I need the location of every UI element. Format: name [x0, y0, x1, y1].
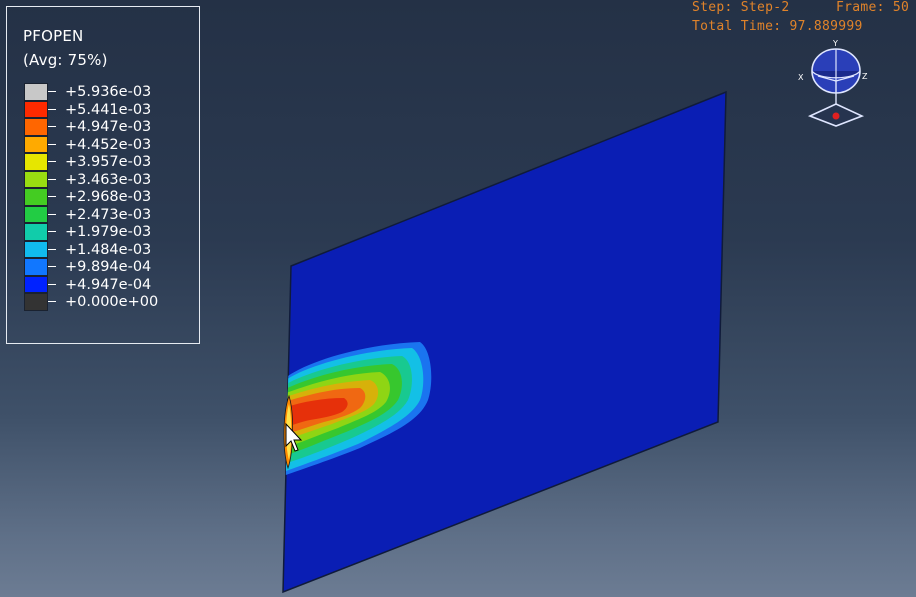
legend-value-label: +3.463e-03: [65, 171, 152, 188]
legend-tick: [48, 231, 56, 232]
legend-value-label: +4.452e-03: [65, 136, 152, 153]
total-time-indicator: Total Time: 97.889999: [692, 19, 863, 34]
triad-y-label: Y: [832, 40, 838, 48]
legend-swatch: [24, 100, 48, 118]
legend-tick: [48, 143, 56, 145]
legend-swatch: [24, 153, 48, 171]
legend-value-label: +9.894e-04: [65, 259, 152, 275]
legend-tick: [48, 213, 56, 215]
legend-variable-name: PFOPEN: [23, 27, 84, 45]
legend-swatch: [24, 223, 48, 241]
legend-tick: [48, 301, 56, 302]
legend-value-label: +3.957e-03: [65, 154, 152, 170]
legend-tick: [48, 266, 56, 267]
legend-swatch: [24, 135, 48, 153]
legend-value-label: +5.936e-03: [65, 84, 152, 100]
legend-value-label: +0.000e+00: [65, 294, 159, 310]
legend-swatch: [24, 205, 48, 223]
view-triad-icon[interactable]: Y X Z: [796, 40, 876, 130]
legend-swatch: [24, 83, 48, 101]
legend-swatch: [24, 258, 48, 276]
triad-z-label: Z: [862, 72, 868, 81]
contour-legend[interactable]: PFOPEN (Avg: 75%) +5.936e-03 +5.441e-03 +4…: [6, 6, 200, 344]
legend-swatch: [24, 188, 48, 206]
legend-tick: [48, 108, 56, 110]
legend-tick: [48, 283, 56, 285]
triad-x-label: X: [798, 73, 804, 82]
legend-value-label: +4.947e-03: [65, 119, 152, 135]
legend-value-label: +1.979e-03: [65, 224, 152, 240]
legend-value-label: +5.441e-03: [65, 101, 152, 118]
step-indicator: Step: Step-2: [692, 0, 790, 15]
legend-tick: [48, 91, 56, 92]
legend-value-label: +4.947e-04: [65, 276, 152, 293]
legend-swatch: [24, 118, 48, 136]
legend-averaging: (Avg: 75%): [23, 51, 108, 69]
viewport-canvas[interactable]: PFOPEN (Avg: 75%) +5.936e-03 +5.441e-03 +4…: [0, 0, 916, 597]
frame-indicator: Frame: 50: [836, 0, 910, 15]
legend-swatch: [24, 275, 48, 293]
legend-tick: [48, 178, 56, 180]
legend-value-label: +2.473e-03: [65, 206, 152, 223]
legend-color-bar: [24, 83, 48, 328]
legend-swatch: [24, 170, 48, 188]
legend-tick: [48, 196, 56, 197]
legend-tick: [48, 126, 56, 127]
legend-swatch: [24, 293, 48, 311]
legend-tick: [48, 161, 56, 162]
legend-value-label: +2.968e-03: [65, 189, 152, 205]
plate-surface: [282, 90, 727, 594]
legend-value-label: +1.484e-03: [65, 241, 152, 258]
legend-tick: [48, 248, 56, 250]
legend-swatch: [24, 240, 48, 258]
